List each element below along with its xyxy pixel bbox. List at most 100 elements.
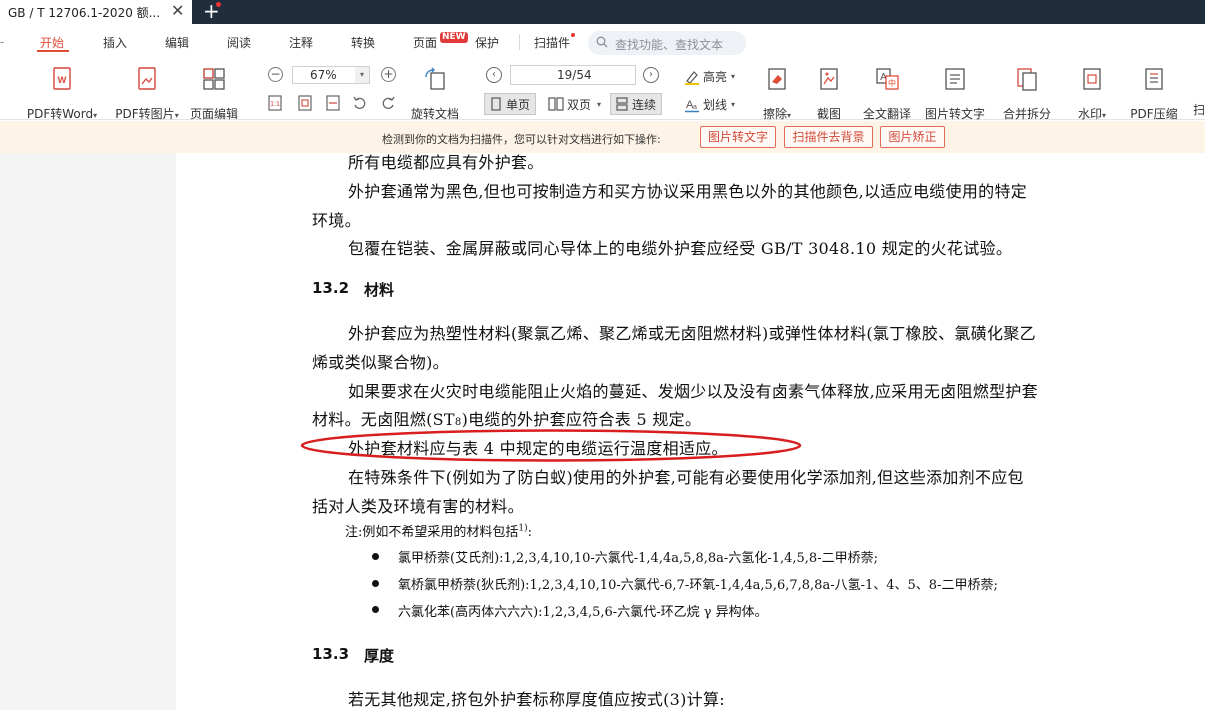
doc-paragraph-line: 如果要求在火灾时电缆能阻止火焰的蔓延、发烟少以及没有卤素气体释放,应采用无卤阻燃… [348,382,1038,401]
doc-paragraph-line: 若无其他规定,挤包外护套标称厚度值应按式(3)计算: [348,690,725,709]
dropdown-caret-icon: ▾ [731,100,736,109]
highlight-icon [685,70,699,85]
page-edit-button[interactable]: 页面编辑 [188,67,240,122]
image-correct-action[interactable]: 图片矫正 [880,126,945,148]
menu-insert[interactable]: 插入 [103,34,127,51]
more-tool-button[interactable]: 扫 [1193,67,1205,118]
continuous-label: 连续 [632,97,657,112]
image-to-text-action[interactable]: 图片转文字 [700,126,776,148]
full-translate-button[interactable]: A中 全文翻译 [861,67,913,122]
highlight-label: 高亮 [703,70,728,84]
image-to-text-button[interactable]: 图片转文字 [923,67,987,122]
rotate-left-icon[interactable] [352,95,368,111]
doc-text-part: )电缆的外护套应符合表 5 规定。 [461,410,702,429]
merge-split-label: 合并拆分 [1002,107,1051,121]
image-to-text-label: 图片转文字 [924,107,985,121]
pdf-to-image-button[interactable]: PDF转图片▾ [112,67,182,122]
menu-convert[interactable]: 转换 [351,34,375,51]
merge-split-button[interactable]: 合并拆分 [1000,67,1054,122]
strikeline-button[interactable]: Aa 划线 ▾ [684,96,735,113]
search-input[interactable]: 查找功能、查找文本 [588,31,746,55]
section-title: 材料 [364,281,395,299]
screenshot-icon [820,68,838,90]
menu-read[interactable]: 阅读 [227,34,251,51]
bullet-item: 氧桥氯甲桥萘(狄氏剂):1,2,3,4,10,10-六氯代-6,7-环氧-1,4… [398,578,998,593]
zoom-out-button[interactable]: − [268,67,283,82]
zoom-level-input[interactable]: 67% ▾ [292,66,370,84]
dropdown-caret-icon: ▾ [731,72,736,81]
left-side-panel [0,153,176,710]
watermark-button[interactable]: 水印▾ [1072,67,1112,122]
pdf-to-word-button[interactable]: W PDF转Word▾ [24,67,100,122]
scan-notification-dot [571,33,575,37]
next-page-button[interactable]: › [643,67,659,83]
document-tab[interactable]: GB / T 12706.1-2020 额... ✕ [0,0,192,24]
more-tool-label: 扫 [1193,103,1205,117]
red-ellipse-annotation[interactable] [300,428,802,463]
section-number: 13.2 [312,279,350,297]
pdf-compress-label: PDF压缩 [1130,107,1178,121]
underline-icon: Aa [685,99,699,112]
single-page-label: 单页 [506,97,531,112]
fit-width-icon[interactable] [325,95,341,111]
rotate-document-icon [425,67,445,90]
menu-left-edge: - [0,35,5,49]
doc-paragraph-line: 烯或类似聚合物)。 [312,353,449,372]
doc-paragraph-line: 包覆在铠装、金属屏蔽或同心导体上的电缆外护套应经受 GB/T 3048.10 规… [348,239,1013,258]
bullet-icon [372,553,379,560]
menu-annotate[interactable]: 注释 [289,34,313,51]
fit-page-icon[interactable] [297,95,313,111]
screenshot-label: 截图 [816,107,841,121]
pdf-to-image-label: PDF转图片 [115,107,175,121]
scan-notification-bar: 检测到你的文档为扫描件，您可以针对文档进行如下操作: 图片转文字 扫描件去背景 … [0,121,1205,153]
previous-page-button[interactable]: ‹ [486,67,502,83]
menu-scan[interactable]: 扫描件 [534,34,570,51]
bullet-icon [372,606,379,613]
bullet-item: 氯甲桥萘(艾氏剂):1,2,3,4,10,10-六氯代-1,4,4a,5,8,8… [398,551,878,566]
subscript: 8 [454,417,462,428]
menu-page[interactable]: 页面 [413,34,437,51]
zoom-in-button[interactable]: + [381,67,396,82]
doc-paragraph-line: 所有电缆都应具有外护套。 [348,153,544,172]
erase-label: 擦除 [762,107,787,121]
remove-background-action[interactable]: 扫描件去背景 [784,126,873,148]
page-number-input[interactable]: 19/54 [510,65,636,85]
zoom-level-value: 67% [310,68,337,82]
rotate-right-icon[interactable] [380,95,396,111]
pdf-compress-button[interactable]: PDF压缩 [1126,67,1182,122]
menu-home[interactable]: 开始 [40,34,64,51]
actual-size-icon[interactable]: 1:1 [267,95,283,111]
dropdown-caret-icon: ▾ [597,99,602,109]
erase-button[interactable]: 擦除▾ [758,67,796,122]
doc-paragraph-line: 材料。无卤阻燃(ST8)电缆的外护套应符合表 5 规定。 [312,406,701,430]
menu-protect[interactable]: 保护 [475,34,499,51]
page-number-value: 19/54 [557,68,592,82]
close-tab-icon[interactable]: ✕ [171,1,184,20]
doc-paragraph-line: 环境。 [312,211,361,230]
zoom-dropdown-icon[interactable]: ▾ [355,67,369,83]
continuous-icon [616,97,628,111]
dropdown-caret-icon: ▾ [174,111,179,120]
single-page-button[interactable]: 单页 [484,93,536,115]
scan-notification-message: 检测到你的文档为扫描件，您可以针对文档进行如下操作: [382,133,661,146]
search-placeholder: 查找功能、查找文本 [615,38,724,52]
doc-text-part: 材料。无卤阻燃(ST [312,410,455,429]
screenshot-button[interactable]: 截图 [812,67,846,122]
page-edit-icon [203,68,225,90]
note-text: : [527,525,533,540]
continuous-button[interactable]: 连续 [610,93,662,115]
double-page-button[interactable]: 双页 ▾ [546,93,604,115]
menu-edit[interactable]: 编辑 [165,34,189,51]
translate-icon: A中 [876,68,899,90]
watermark-label: 水印 [1077,107,1102,121]
bullet-item: 六氯化苯(高丙体六六六):1,2,3,4,5,6-六氯代-环乙烷 γ 异构体。 [398,605,768,620]
svg-text:1:1: 1:1 [270,101,280,108]
svg-text:a: a [693,104,697,111]
menu-separator [519,34,520,50]
rotate-document-button[interactable]: 旋转文档 [408,67,462,122]
highlight-button[interactable]: 高亮 ▾ [684,68,735,85]
dropdown-caret-icon: ▾ [93,111,98,120]
page-edit-label: 页面编辑 [189,107,238,121]
double-page-icon [548,97,564,111]
dropdown-caret-icon: ▾ [1102,111,1107,120]
